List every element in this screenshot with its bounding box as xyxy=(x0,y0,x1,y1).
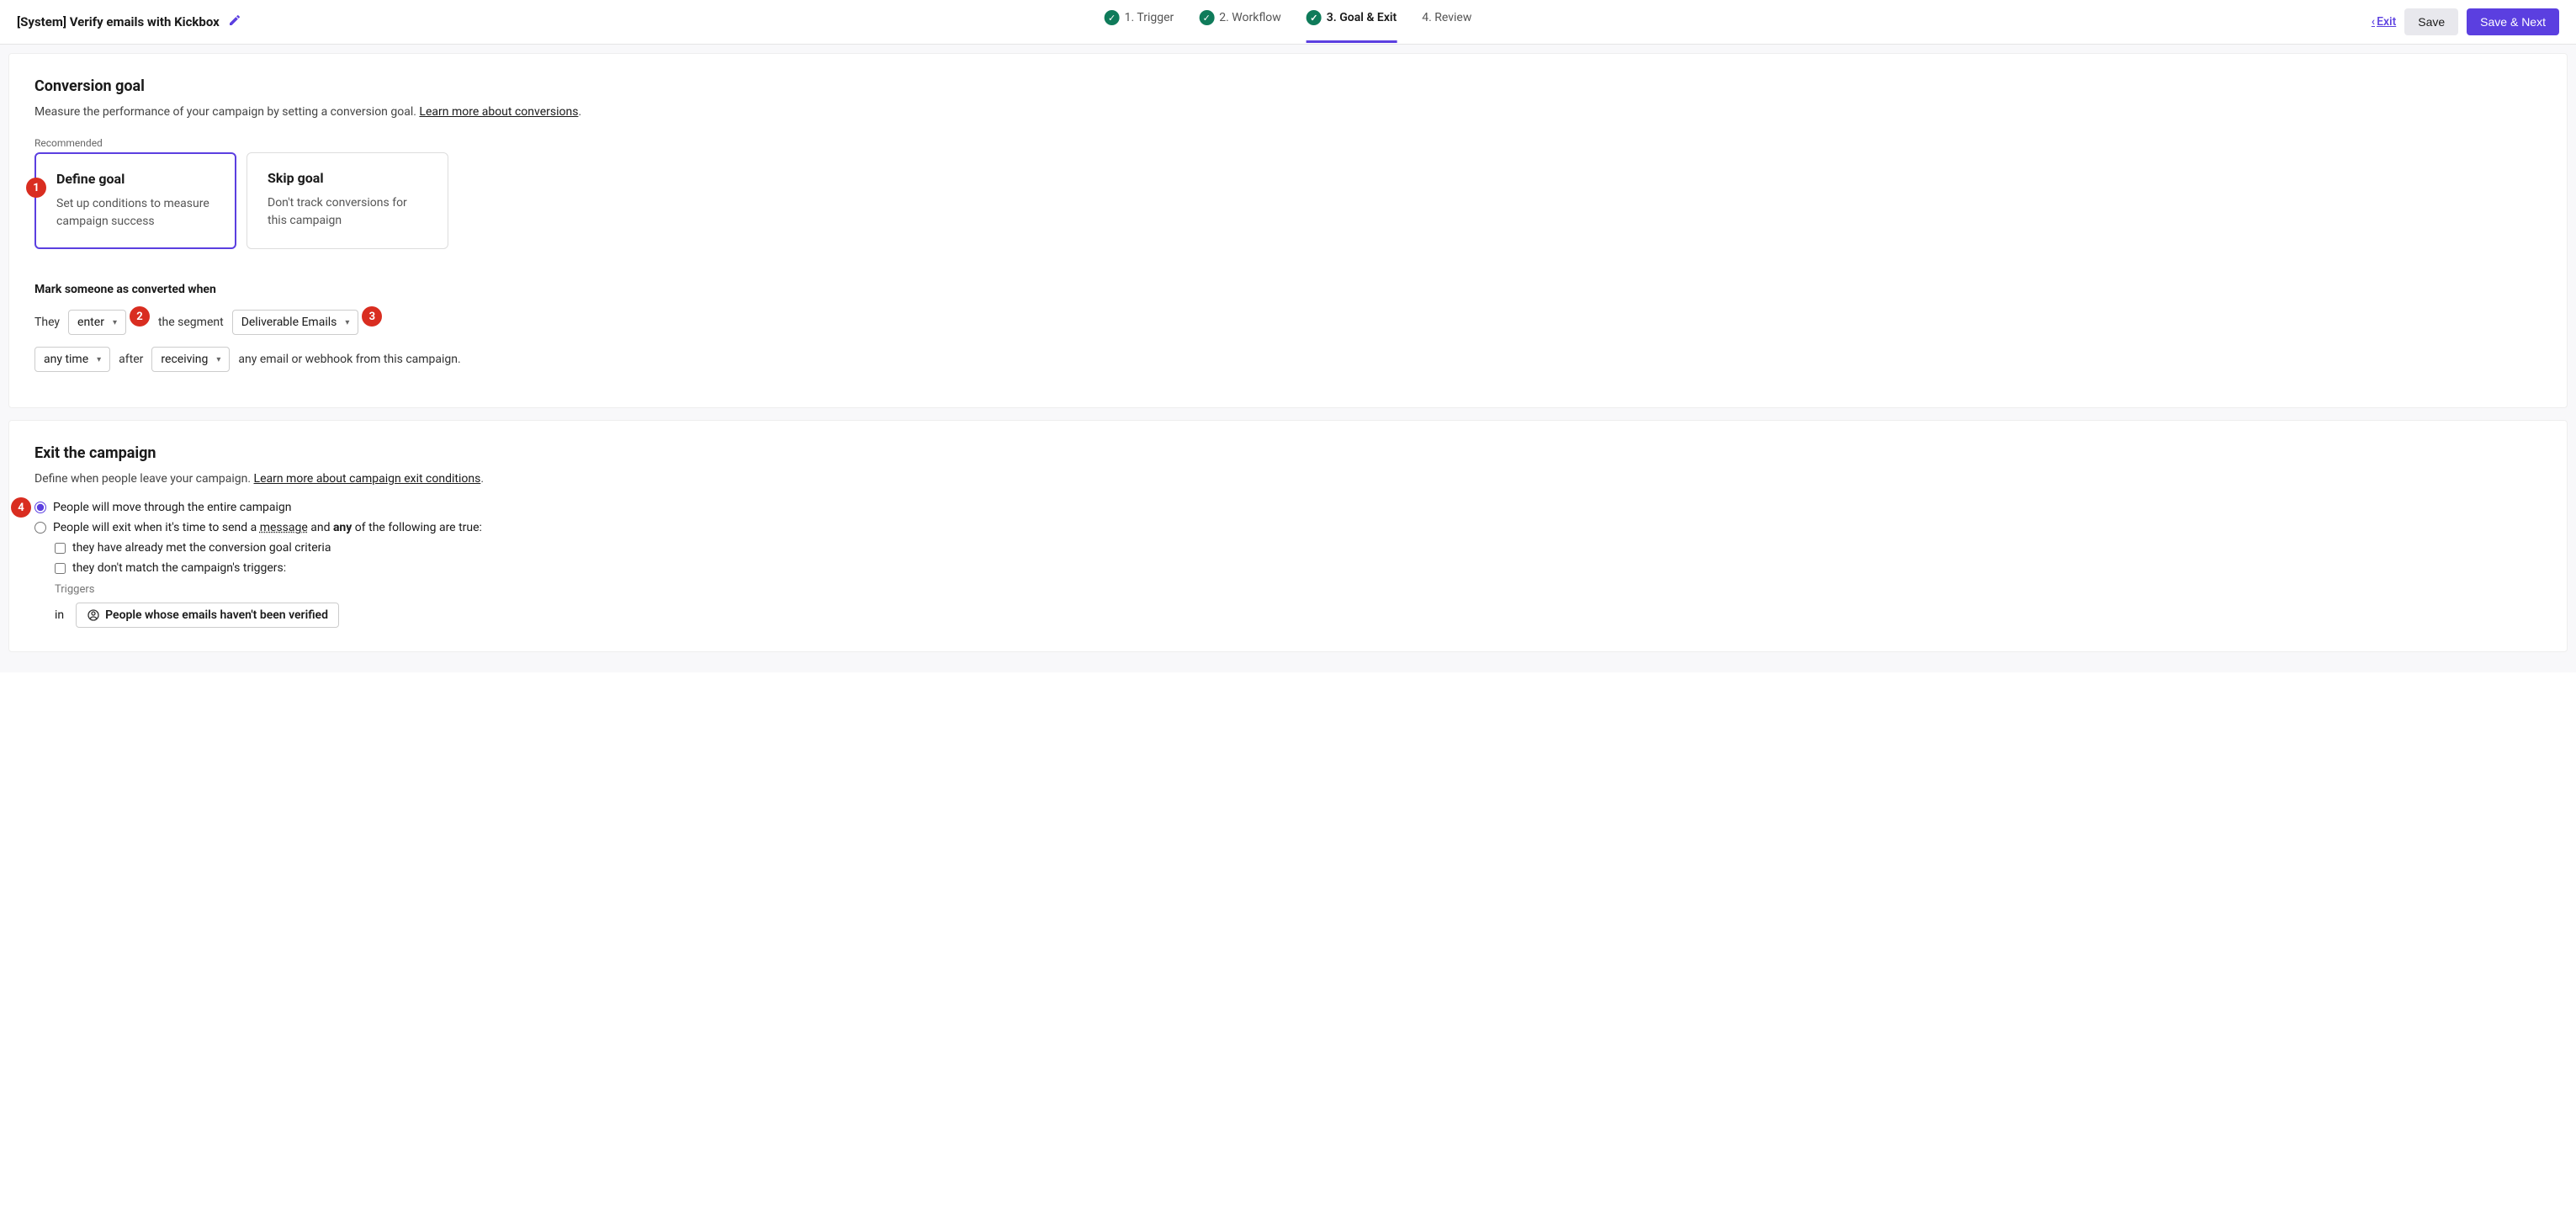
goal-cards-row: 1 Define goal Set up conditions to measu… xyxy=(34,152,2542,249)
exit-link[interactable]: ‹ Exit xyxy=(2372,15,2396,29)
mark-converted-title: Mark someone as converted when xyxy=(34,283,2542,296)
radio2-pre: People will exit when it's time to send … xyxy=(53,521,260,534)
checkbox-dont-match-label: they don't match the campaign's triggers… xyxy=(72,561,286,575)
checkbox-dont-match-input[interactable] xyxy=(55,563,66,574)
wizard-steps: ✓ 1. Trigger ✓ 2. Workflow ✓ 3. Goal & E… xyxy=(1105,10,1472,34)
radio2-mid: and xyxy=(308,521,333,534)
condition-row-1: They enter 2 the segment Deliverable Ema… xyxy=(34,310,2542,335)
trigger-in-row: in People whose emails haven't been veri… xyxy=(55,603,2542,628)
skip-goal-card[interactable]: Skip goal Don't track conversions for th… xyxy=(246,152,448,249)
save-button[interactable]: Save xyxy=(2404,8,2458,35)
step-review[interactable]: 4. Review xyxy=(1422,11,1471,33)
chevron-left-icon: ‹ xyxy=(2372,15,2375,29)
learn-exit-link[interactable]: Learn more about campaign exit condition… xyxy=(254,472,481,486)
annotation-badge-3: 3 xyxy=(362,306,382,327)
trigger-pill[interactable]: People whose emails haven't been verifie… xyxy=(76,603,339,628)
define-goal-title: Define goal xyxy=(56,171,215,187)
annotation-badge-4: 4 xyxy=(11,497,31,518)
after-text: after xyxy=(119,353,143,366)
skip-goal-desc: Don't track conversions for this campaig… xyxy=(268,194,427,230)
campaign-title: [System] Verify emails with Kickbox xyxy=(17,14,220,29)
recommended-label: Recommended xyxy=(34,137,2542,149)
conversion-desc-text: Measure the performance of your campaign… xyxy=(34,105,419,119)
they-text: They xyxy=(34,316,60,329)
step-trigger[interactable]: ✓ 1. Trigger xyxy=(1105,10,1174,34)
content-area: Conversion goal Measure the performance … xyxy=(0,45,2576,672)
skip-goal-title: Skip goal xyxy=(268,170,427,186)
radio-entire-input[interactable] xyxy=(34,502,46,513)
header-left: [System] Verify emails with Kickbox xyxy=(17,13,241,30)
in-text: in xyxy=(55,608,64,622)
learn-conversions-link[interactable]: Learn more about conversions xyxy=(419,105,578,119)
anytime-select[interactable]: any time xyxy=(34,347,110,372)
step-label: 1. Trigger xyxy=(1125,11,1174,24)
annotation-badge-1: 1 xyxy=(26,178,46,198)
checkbox-met-goal-label: they have already met the conversion goa… xyxy=(72,541,331,555)
exit-radio-conditional[interactable]: People will exit when it's time to send … xyxy=(34,521,2542,534)
define-goal-card[interactable]: 1 Define goal Set up conditions to measu… xyxy=(34,152,236,249)
header-bar: [System] Verify emails with Kickbox ✓ 1.… xyxy=(0,0,2576,45)
segment-select[interactable]: Deliverable Emails xyxy=(232,310,359,335)
radio-entire-label: People will move through the entire camp… xyxy=(53,501,291,514)
header-actions: ‹ Exit Save Save & Next xyxy=(2372,8,2559,35)
condition-row-2: any time after receiving any email or we… xyxy=(34,347,2542,372)
checkbox-dont-match[interactable]: they don't match the campaign's triggers… xyxy=(55,561,2542,575)
step-label: 3. Goal & Exit xyxy=(1327,11,1397,24)
conversion-goal-panel: Conversion goal Measure the performance … xyxy=(8,53,2568,408)
segment-icon xyxy=(87,608,100,622)
edit-title-icon[interactable] xyxy=(228,13,241,30)
exit-title: Exit the campaign xyxy=(34,444,2542,462)
save-next-button[interactable]: Save & Next xyxy=(2467,8,2559,35)
check-icon: ✓ xyxy=(1199,10,1214,25)
checkbox-met-goal[interactable]: they have already met the conversion goa… xyxy=(55,541,2542,555)
step-label: 2. Workflow xyxy=(1219,11,1281,24)
define-goal-desc: Set up conditions to measure campaign su… xyxy=(56,195,215,231)
step-goal-exit[interactable]: ✓ 3. Goal & Exit xyxy=(1307,10,1397,34)
triggers-label: Triggers xyxy=(55,583,2542,596)
trigger-pill-label: People whose emails haven't been verifie… xyxy=(105,608,328,622)
check-icon: ✓ xyxy=(1105,10,1120,25)
step-label: 4. Review xyxy=(1422,11,1471,24)
the-segment-text: the segment xyxy=(158,316,224,329)
tail-text: any email or webhook from this campaign. xyxy=(238,353,460,366)
exit-desc: Define when people leave your campaign. … xyxy=(34,472,2542,486)
annotation-badge-2: 2 xyxy=(130,306,150,327)
enter-select[interactable]: enter xyxy=(68,310,126,335)
exit-radio-entire[interactable]: 4 People will move through the entire ca… xyxy=(34,501,2542,514)
exit-campaign-panel: Exit the campaign Define when people lea… xyxy=(8,420,2568,652)
radio-conditional-input[interactable] xyxy=(34,522,46,534)
conversion-title: Conversion goal xyxy=(34,77,2542,95)
radio2-post: of the following are true: xyxy=(352,521,482,534)
step-workflow[interactable]: ✓ 2. Workflow xyxy=(1199,10,1281,34)
message-tooltip[interactable]: message xyxy=(260,521,308,534)
check-icon: ✓ xyxy=(1307,10,1322,25)
receiving-select[interactable]: receiving xyxy=(151,347,230,372)
checkbox-met-goal-input[interactable] xyxy=(55,543,66,554)
radio2-any: any xyxy=(333,521,352,534)
conversion-desc: Measure the performance of your campaign… xyxy=(34,105,2542,119)
exit-desc-text: Define when people leave your campaign. xyxy=(34,472,254,486)
exit-label: Exit xyxy=(2377,15,2396,29)
radio-conditional-label: People will exit when it's time to send … xyxy=(53,521,482,534)
